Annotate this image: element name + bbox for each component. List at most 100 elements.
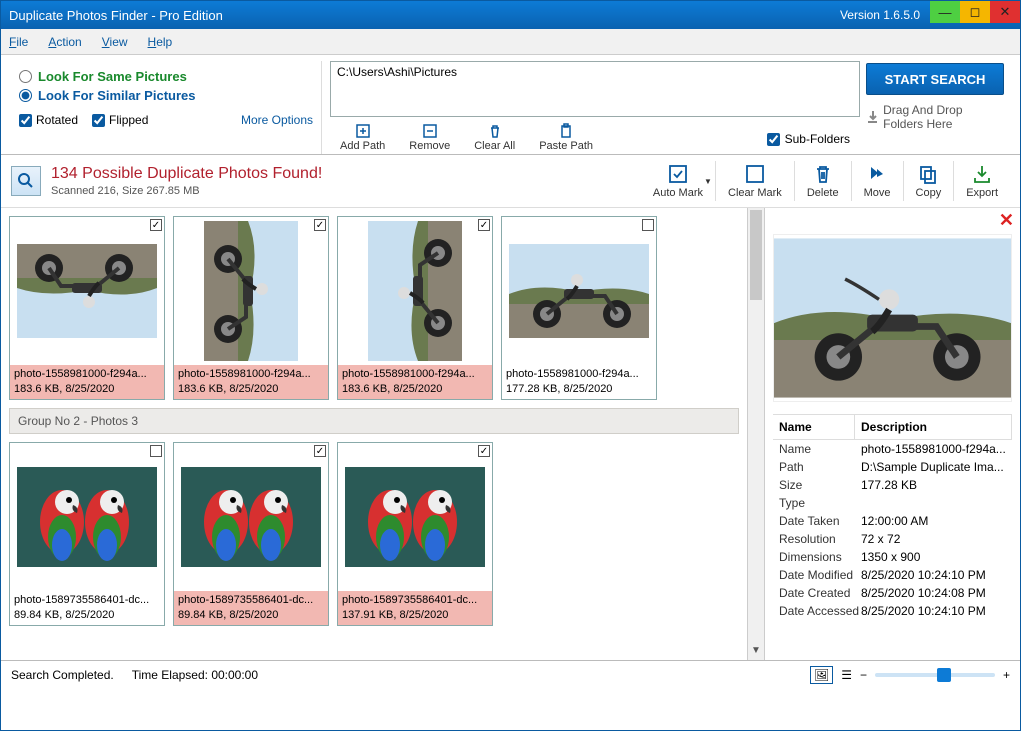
statusbar: Search Completed. Time Elapsed: 00:00:00… bbox=[1, 660, 1020, 688]
properties-table: NameDescription Namephoto-1558981000-f29… bbox=[773, 414, 1012, 620]
view-thumbnails-button[interactable]: 🖼 bbox=[810, 666, 833, 684]
duplicates-found-label: 134 Possible Duplicate Photos Found! bbox=[51, 165, 322, 183]
magnifier-icon bbox=[11, 166, 41, 196]
thumbnail-card[interactable]: ✓ photo-1558981000-f294a...183.6 KB, 8/25… bbox=[173, 216, 329, 400]
thumbnail-filename: photo-1589735586401-dc... bbox=[174, 591, 328, 609]
property-value: 8/25/2020 10:24:10 PM bbox=[861, 568, 1006, 582]
scan-stats-label: Scanned 216, Size 267.85 MB bbox=[51, 185, 322, 197]
thumbnail-image bbox=[10, 217, 164, 365]
radio-same-pictures[interactable] bbox=[19, 70, 32, 83]
unchecked-icon bbox=[744, 163, 766, 185]
radio-similar-pictures[interactable] bbox=[19, 89, 32, 102]
trash-icon bbox=[812, 163, 834, 185]
vertical-scrollbar[interactable]: ▲ ▼ bbox=[747, 208, 764, 660]
property-key: Dimensions bbox=[779, 550, 861, 564]
thumbnail-checkbox[interactable]: ✓ bbox=[478, 219, 490, 231]
property-row: PathD:\Sample Duplicate Ima... bbox=[773, 458, 1012, 476]
export-icon bbox=[971, 163, 993, 185]
copy-button[interactable]: Copy bbox=[903, 161, 954, 201]
zoom-slider-handle[interactable] bbox=[937, 668, 951, 682]
menu-action[interactable]: Action bbox=[48, 35, 81, 49]
menu-help[interactable]: Help bbox=[148, 35, 173, 49]
menu-view[interactable]: View bbox=[102, 35, 128, 49]
checkbox-rotated-wrap[interactable]: Rotated bbox=[19, 113, 78, 127]
property-row: Date Modified8/25/2020 10:24:10 PM bbox=[773, 566, 1012, 584]
start-search-button[interactable]: START SEARCH bbox=[866, 63, 1004, 95]
property-value: 72 x 72 bbox=[861, 532, 1006, 546]
path-area: C:\Users\Ashi\Pictures Add Path Remove C… bbox=[321, 61, 860, 154]
property-row: Date Created8/25/2020 10:24:08 PM bbox=[773, 584, 1012, 602]
check-icon bbox=[667, 163, 689, 185]
view-list-button[interactable]: ☰ bbox=[841, 668, 852, 682]
more-options-link[interactable]: More Options bbox=[241, 113, 313, 127]
property-value: D:\Sample Duplicate Ima... bbox=[861, 460, 1006, 474]
delete-button[interactable]: Delete bbox=[794, 161, 851, 201]
thumbnail-card[interactable]: ✓photo-1558981000-f294a...183.6 KB, 8/25… bbox=[337, 216, 493, 400]
plus-icon bbox=[355, 123, 371, 139]
thumbnail-card[interactable]: photo-1558981000-f294a...177.28 KB, 8/25… bbox=[501, 216, 657, 400]
maximize-button[interactable]: ◻ bbox=[960, 1, 990, 23]
property-value: 1350 x 900 bbox=[861, 550, 1006, 564]
app-title: Duplicate Photos Finder - Pro Edition bbox=[9, 8, 223, 23]
property-row: Date Taken12:00:00 AM bbox=[773, 512, 1012, 530]
thumbnail-checkbox[interactable]: ✓ bbox=[150, 219, 162, 231]
export-button[interactable]: Export bbox=[953, 161, 1010, 201]
paste-path-button[interactable]: Paste Path bbox=[529, 121, 603, 154]
clear-mark-button[interactable]: Clear Mark bbox=[715, 161, 794, 201]
thumbnail-card[interactable]: ✓ photo-1589735586401-dc...89.84 KB, 8/25… bbox=[173, 442, 329, 626]
checkbox-flipped-wrap[interactable]: Flipped bbox=[92, 113, 148, 127]
thumbnail-filename: photo-1558981000-f294a... bbox=[174, 365, 328, 383]
search-options: Look For Same Pictures Look For Similar … bbox=[11, 61, 321, 154]
property-row: Size177.28 KB bbox=[773, 476, 1012, 494]
thumbnail-meta: 137.91 KB, 8/25/2020 bbox=[338, 609, 492, 625]
auto-mark-button[interactable]: Auto Mark▼ bbox=[641, 161, 715, 201]
content-area: ✓photo-1558981000-f294a...183.6 KB, 8/25… bbox=[1, 208, 1020, 660]
thumbnail-grid: ✓photo-1558981000-f294a...183.6 KB, 8/25… bbox=[1, 208, 747, 660]
path-list[interactable]: C:\Users\Ashi\Pictures bbox=[330, 61, 860, 117]
zoom-out-button[interactable]: − bbox=[860, 668, 867, 682]
checkbox-rotated[interactable] bbox=[19, 114, 32, 127]
checkbox-flipped[interactable] bbox=[92, 114, 105, 127]
menu-file[interactable]: File bbox=[9, 35, 28, 49]
property-key: Size bbox=[779, 478, 861, 492]
add-path-button[interactable]: Add Path bbox=[330, 121, 395, 154]
thumbnail-checkbox[interactable]: ✓ bbox=[314, 219, 326, 231]
property-key: Date Modified bbox=[779, 568, 861, 582]
minimize-button[interactable]: — bbox=[930, 1, 960, 23]
trash-icon bbox=[487, 123, 503, 139]
close-preview-button[interactable]: ✕ bbox=[999, 210, 1014, 231]
subfolders-checkbox[interactable] bbox=[767, 133, 780, 146]
clear-all-button[interactable]: Clear All bbox=[464, 121, 525, 154]
scroll-down-button[interactable]: ▼ bbox=[748, 644, 764, 660]
property-key: Path bbox=[779, 460, 861, 474]
thumbnail-image bbox=[10, 443, 164, 591]
property-key: Name bbox=[779, 442, 861, 456]
zoom-slider[interactable] bbox=[875, 673, 995, 677]
label-similar-pictures: Look For Similar Pictures bbox=[38, 88, 196, 103]
thumbnail-meta: 183.6 KB, 8/25/2020 bbox=[174, 383, 328, 399]
thumbnail-filename: photo-1558981000-f294a... bbox=[10, 365, 164, 383]
thumbnail-checkbox[interactable]: ✓ bbox=[314, 445, 326, 457]
scroll-thumb[interactable] bbox=[750, 210, 762, 300]
time-elapsed: Time Elapsed: 00:00:00 bbox=[132, 668, 258, 682]
titlebar: Duplicate Photos Finder - Pro Edition Ve… bbox=[1, 1, 1020, 29]
thumbnail-checkbox[interactable]: ✓ bbox=[478, 445, 490, 457]
subfolders-checkbox-wrap[interactable]: Sub-Folders bbox=[767, 132, 860, 146]
close-button[interactable]: ✕ bbox=[990, 1, 1020, 23]
thumbnail-card[interactable]: ✓photo-1589735586401-dc...137.91 KB, 8/2… bbox=[337, 442, 493, 626]
property-value: photo-1558981000-f294a... bbox=[861, 442, 1006, 456]
thumbnail-meta: 89.84 KB, 8/25/2020 bbox=[174, 609, 328, 625]
menubar: File Action View Help bbox=[1, 29, 1020, 55]
thumbnail-image bbox=[174, 217, 328, 365]
thumbnail-checkbox[interactable] bbox=[150, 445, 162, 457]
remove-path-button[interactable]: Remove bbox=[399, 121, 460, 154]
thumbnail-checkbox[interactable] bbox=[642, 219, 654, 231]
thumbnail-card[interactable]: photo-1589735586401-dc...89.84 KB, 8/25/… bbox=[9, 442, 165, 626]
prop-header-desc: Description bbox=[855, 415, 1012, 439]
property-key: Date Created bbox=[779, 586, 861, 600]
move-button[interactable]: Move bbox=[851, 161, 903, 201]
thumbnail-card[interactable]: ✓photo-1558981000-f294a...183.6 KB, 8/25… bbox=[9, 216, 165, 400]
thumbnail-meta: 89.84 KB, 8/25/2020 bbox=[10, 609, 164, 625]
zoom-in-button[interactable]: + bbox=[1003, 668, 1010, 682]
property-key: Date Taken bbox=[779, 514, 861, 528]
